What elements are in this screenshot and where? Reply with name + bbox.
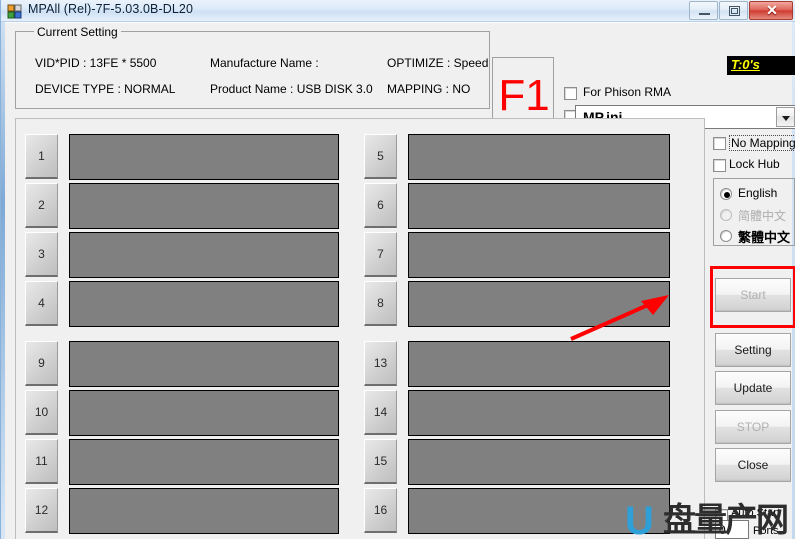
port-status-bar[interactable]	[408, 134, 670, 180]
lock-hub-label: Lock Hub	[729, 157, 780, 171]
app-blocks-icon	[7, 4, 22, 19]
language-label-simplified-chinese: 简體中文	[738, 209, 787, 223]
port-number-button[interactable]: 3	[25, 232, 58, 277]
port-status-bar[interactable]	[408, 232, 670, 278]
port-status-bar[interactable]	[408, 488, 670, 534]
port-status-bar[interactable]	[408, 183, 670, 229]
port-status-bar[interactable]	[408, 341, 670, 387]
language-label-english: English	[738, 186, 778, 200]
port-number-button[interactable]: 16	[364, 488, 397, 533]
annotation-arrow-icon	[570, 295, 669, 341]
info-optimize: OPTIMIZE : Speed	[387, 56, 489, 70]
stop-button[interactable]: STOP	[715, 410, 791, 444]
port-number-button[interactable]: 2	[25, 183, 58, 228]
stop-button-label: STOP	[736, 420, 770, 434]
ports-count-field[interactable]: 0	[715, 520, 749, 539]
minimize-button[interactable]	[689, 1, 718, 20]
caret-shape	[782, 116, 790, 121]
port-number-button[interactable]: 10	[25, 390, 58, 435]
maximize-button[interactable]	[719, 1, 748, 20]
info-manufacture-name: Manufacture Name :	[210, 56, 319, 70]
client-area: Current Setting VID*PID : 13FE * 5500 DE…	[5, 22, 795, 539]
port-number-button[interactable]: 9	[25, 341, 58, 386]
timer-value: T:0's	[731, 57, 760, 72]
port-number-button[interactable]: 1	[25, 134, 58, 179]
port-number-button[interactable]: 5	[364, 134, 397, 179]
start-button-label: Start	[740, 288, 766, 302]
language-label-traditional-chinese: 繁體中文	[738, 230, 791, 245]
no-mapping-checkbox[interactable]	[713, 137, 726, 150]
minimize-icon	[699, 13, 710, 15]
language-radio-traditional-chinese[interactable]	[720, 230, 732, 242]
port-number-button[interactable]: 15	[364, 439, 397, 484]
port-status-bar[interactable]	[69, 232, 339, 278]
maximize-icon	[729, 6, 740, 16]
port-number-button[interactable]: 6	[364, 183, 397, 228]
no-mapping-label: No Mapping	[729, 135, 795, 151]
language-radio-english[interactable]	[720, 188, 732, 200]
application-window: MPAll (Rel)-7F-5.03.0B-DL20 ✕ Current Se…	[0, 0, 795, 539]
port-status-bar[interactable]	[69, 488, 339, 534]
title-bar[interactable]: MPAll (Rel)-7F-5.03.0B-DL20 ✕	[1, 0, 795, 22]
close-button[interactable]: Close	[715, 448, 791, 482]
port-status-bar[interactable]	[69, 183, 339, 229]
close-button-label: Close	[737, 458, 769, 472]
close-icon: ✕	[766, 2, 778, 18]
current-setting-legend: Current Setting	[34, 25, 121, 39]
ports-count-value: 0	[719, 523, 726, 537]
port-number-button[interactable]: 8	[364, 281, 397, 326]
port-status-bar[interactable]	[69, 281, 339, 327]
close-window-button[interactable]: ✕	[749, 1, 793, 20]
chevron-down-icon[interactable]	[776, 107, 795, 127]
port-status-bar[interactable]	[69, 390, 339, 436]
ports-label: Ports	[753, 525, 779, 537]
for-phison-rma-label: For Phison RMA	[583, 85, 672, 99]
port-number-button[interactable]: 14	[364, 390, 397, 435]
port-status-bar[interactable]	[408, 390, 670, 436]
info-mapping: MAPPING : NO	[387, 82, 471, 96]
port-number-button[interactable]: 11	[25, 439, 58, 484]
setting-button-label: Setting	[734, 343, 772, 357]
info-vid-pid: VID*PID : 13FE * 5500	[35, 56, 157, 70]
info-device-type: DEVICE TYPE : NORMAL	[35, 82, 176, 96]
language-radio-simplified-chinese	[720, 209, 732, 221]
port-status-bar[interactable]	[69, 134, 339, 180]
for-phison-rma-checkbox[interactable]	[564, 87, 577, 100]
radio-dot	[724, 192, 730, 198]
start-button[interactable]: Start	[715, 278, 791, 312]
port-number-button[interactable]: 12	[25, 488, 58, 533]
window-title: MPAll (Rel)-7F-5.03.0B-DL20	[28, 2, 194, 16]
port-status-bar[interactable]	[408, 439, 670, 485]
port-number-button[interactable]: 4	[25, 281, 58, 326]
port-status-bar[interactable]	[69, 341, 339, 387]
update-button[interactable]: Update	[715, 371, 791, 405]
info-product-name: Product Name : USB DISK 3.0	[210, 82, 373, 96]
lock-hub-checkbox[interactable]	[713, 159, 726, 172]
update-button-label: Update	[733, 381, 773, 395]
port-number-button[interactable]: 13	[364, 341, 397, 386]
timer-badge: T:0's	[727, 56, 795, 75]
current-setting-group: Current Setting	[15, 25, 490, 109]
port-status-bar[interactable]	[69, 439, 339, 485]
setting-button[interactable]: Setting	[715, 333, 791, 367]
port-number-button[interactable]: 7	[364, 232, 397, 277]
auto-start-label: Auto Start	[731, 507, 780, 519]
